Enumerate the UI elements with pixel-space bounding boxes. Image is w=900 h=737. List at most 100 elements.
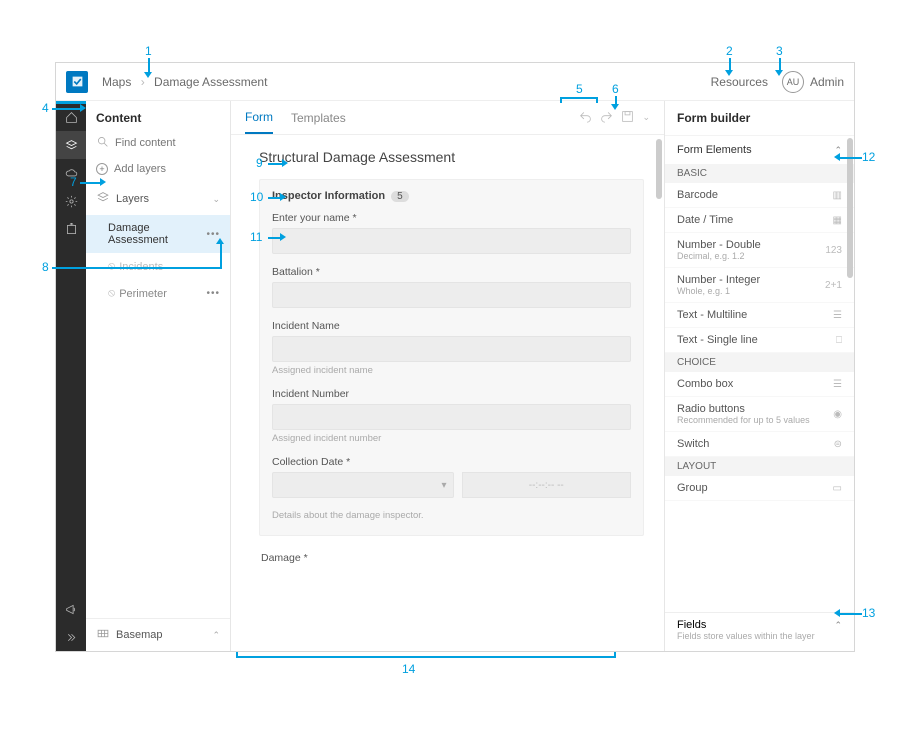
elem-combo[interactable]: Combo box☰ [665, 372, 854, 397]
form-builder-title: Form builder [665, 101, 854, 136]
field-collection-date[interactable]: Collection Date * ▾ --:--:-- -- [272, 456, 631, 498]
cloud-icon [65, 167, 78, 180]
redo-button[interactable] [600, 110, 613, 126]
fields-title: Fields [677, 619, 706, 631]
layers-section[interactable]: Layers ⌄ [86, 183, 230, 215]
field-battalion[interactable]: Battalion * [272, 266, 631, 308]
form-elements-label: Form Elements [677, 144, 752, 156]
elem-switch[interactable]: Switch⊜ [665, 432, 854, 457]
scrollbar[interactable] [847, 138, 853, 278]
callout-8: 8 [42, 260, 49, 274]
category-layout: LAYOUT [665, 457, 854, 476]
elem-group[interactable]: Group▭ [665, 476, 854, 501]
fields-section[interactable]: Fields ⌃ Fields store values within the … [665, 612, 854, 651]
time-input[interactable]: --:--:-- -- [462, 472, 632, 498]
scrollbar[interactable] [656, 139, 662, 647]
elem-datetime[interactable]: Date / Time▦ [665, 208, 854, 233]
breadcrumb-root[interactable]: Maps [102, 75, 131, 89]
breadcrumb-leaf: Damage Assessment [154, 75, 267, 89]
home-icon [65, 111, 78, 124]
share-icon [65, 223, 78, 236]
group-description: Details about the damage inspector. [272, 510, 631, 521]
text-input[interactable] [272, 404, 631, 430]
save-icon [621, 110, 634, 123]
elem-number-integer[interactable]: Number - IntegerWhole, e.g. 12+1 [665, 268, 854, 303]
fields-subtitle: Fields store values within the layer [677, 631, 842, 641]
resources-link[interactable]: Resources [711, 75, 768, 89]
layer-item-damage[interactable]: Damage Assessment ••• [86, 215, 230, 253]
gear-icon [65, 195, 78, 208]
admin-label[interactable]: Admin [810, 75, 844, 89]
elements-scroll: Form Elements ⌃ BASIC Barcode▥ Date / Ti… [665, 136, 854, 612]
rail-content[interactable] [56, 131, 86, 159]
elem-text-single[interactable]: Text - Single line⎕ [665, 328, 854, 353]
more-icon[interactable]: ••• [206, 288, 220, 299]
elem-barcode[interactable]: Barcode▥ [665, 183, 854, 208]
text-input[interactable] [272, 336, 631, 362]
add-layers-button[interactable]: + Add layers [86, 155, 230, 183]
elem-number-double[interactable]: Number - DoubleDecimal, e.g. 1.2123 [665, 233, 854, 268]
avatar[interactable]: AU [782, 71, 804, 93]
chevron-right-icon [65, 631, 78, 644]
tab-bar: Form Templates ⌄ [231, 101, 664, 135]
save-dropdown[interactable]: ⌄ [642, 112, 650, 123]
top-bar: Maps › Damage Assessment Resources AU Ad… [56, 63, 854, 101]
callout-12: 12 [862, 150, 875, 164]
callout-13: 13 [862, 606, 875, 620]
form-elements-header[interactable]: Form Elements ⌃ [665, 136, 854, 164]
layer-name: Damage Assessment [108, 222, 206, 246]
undo-button[interactable] [579, 110, 592, 126]
form-builder-panel: Form builder Form Elements ⌃ BASIC Barco… [664, 101, 854, 651]
field-damage-label[interactable]: Damage * [259, 548, 644, 564]
category-choice: CHOICE [665, 353, 854, 372]
chevron-up-icon: ⌃ [834, 620, 842, 631]
callout-3: 3 [776, 44, 783, 58]
number-icon: 2+1 [825, 280, 842, 291]
layer-item-perimeter[interactable]: ⦸ Perimeter ••• [86, 280, 230, 307]
category-basic: BASIC [665, 164, 854, 183]
add-layers-label: Add layers [114, 163, 166, 175]
content-title: Content [86, 101, 230, 131]
field-incident-number[interactable]: Incident Number Assigned incident number [272, 388, 631, 444]
rail-settings[interactable] [56, 187, 86, 215]
search-input[interactable] [115, 137, 220, 149]
elem-text-multiline[interactable]: Text - Multiline☰ [665, 303, 854, 328]
text-input[interactable] [272, 228, 631, 254]
field-label: Enter your name * [272, 212, 631, 224]
date-input[interactable]: ▾ [272, 472, 454, 498]
elem-radio[interactable]: Radio buttonsRecommended for up to 5 val… [665, 397, 854, 432]
disabled-icon: ⦸ [108, 287, 115, 300]
field-incident-name[interactable]: Incident Name Assigned incident name [272, 320, 631, 376]
callout-4: 4 [42, 101, 49, 115]
group-count-badge: 5 [391, 191, 409, 202]
save-button[interactable] [621, 110, 634, 126]
main-row: Content + Add layers Layers ⌄ Damage Ass… [56, 101, 854, 651]
basemap-section[interactable]: Basemap ⌃ [86, 618, 230, 651]
undo-icon [579, 110, 592, 123]
group-title: Inspector Information [272, 190, 385, 202]
switch-icon: ⊜ [834, 439, 842, 450]
form-title[interactable]: Structural Damage Assessment [259, 149, 644, 165]
basemap-icon [96, 627, 110, 643]
text-input[interactable] [272, 282, 631, 308]
chevron-up-icon: ⌃ [212, 630, 220, 641]
calendar-icon: ▦ [833, 215, 842, 226]
redo-icon [600, 110, 613, 123]
group-icon: ▭ [833, 483, 842, 494]
text-multi-icon: ☰ [833, 310, 842, 321]
field-name[interactable]: Enter your name * [272, 212, 631, 254]
tab-form[interactable]: Form [245, 102, 273, 134]
rail-share[interactable] [56, 215, 86, 243]
form-group-inspector[interactable]: Inspector Information 5 Enter your name … [259, 179, 644, 536]
layers-icon [65, 139, 78, 152]
content-panel: Content + Add layers Layers ⌄ Damage Ass… [86, 101, 231, 651]
app-logo[interactable] [66, 71, 88, 93]
breadcrumb[interactable]: Maps › Damage Assessment [102, 75, 267, 89]
rail-announce[interactable] [56, 595, 86, 623]
form-body: Structural Damage Assessment Inspector I… [231, 135, 664, 651]
callout-2: 2 [726, 44, 733, 58]
rail-collapse[interactable] [56, 623, 86, 651]
tab-templates[interactable]: Templates [291, 103, 346, 133]
combo-icon: ☰ [833, 379, 842, 390]
barcode-icon: ▥ [833, 190, 842, 201]
